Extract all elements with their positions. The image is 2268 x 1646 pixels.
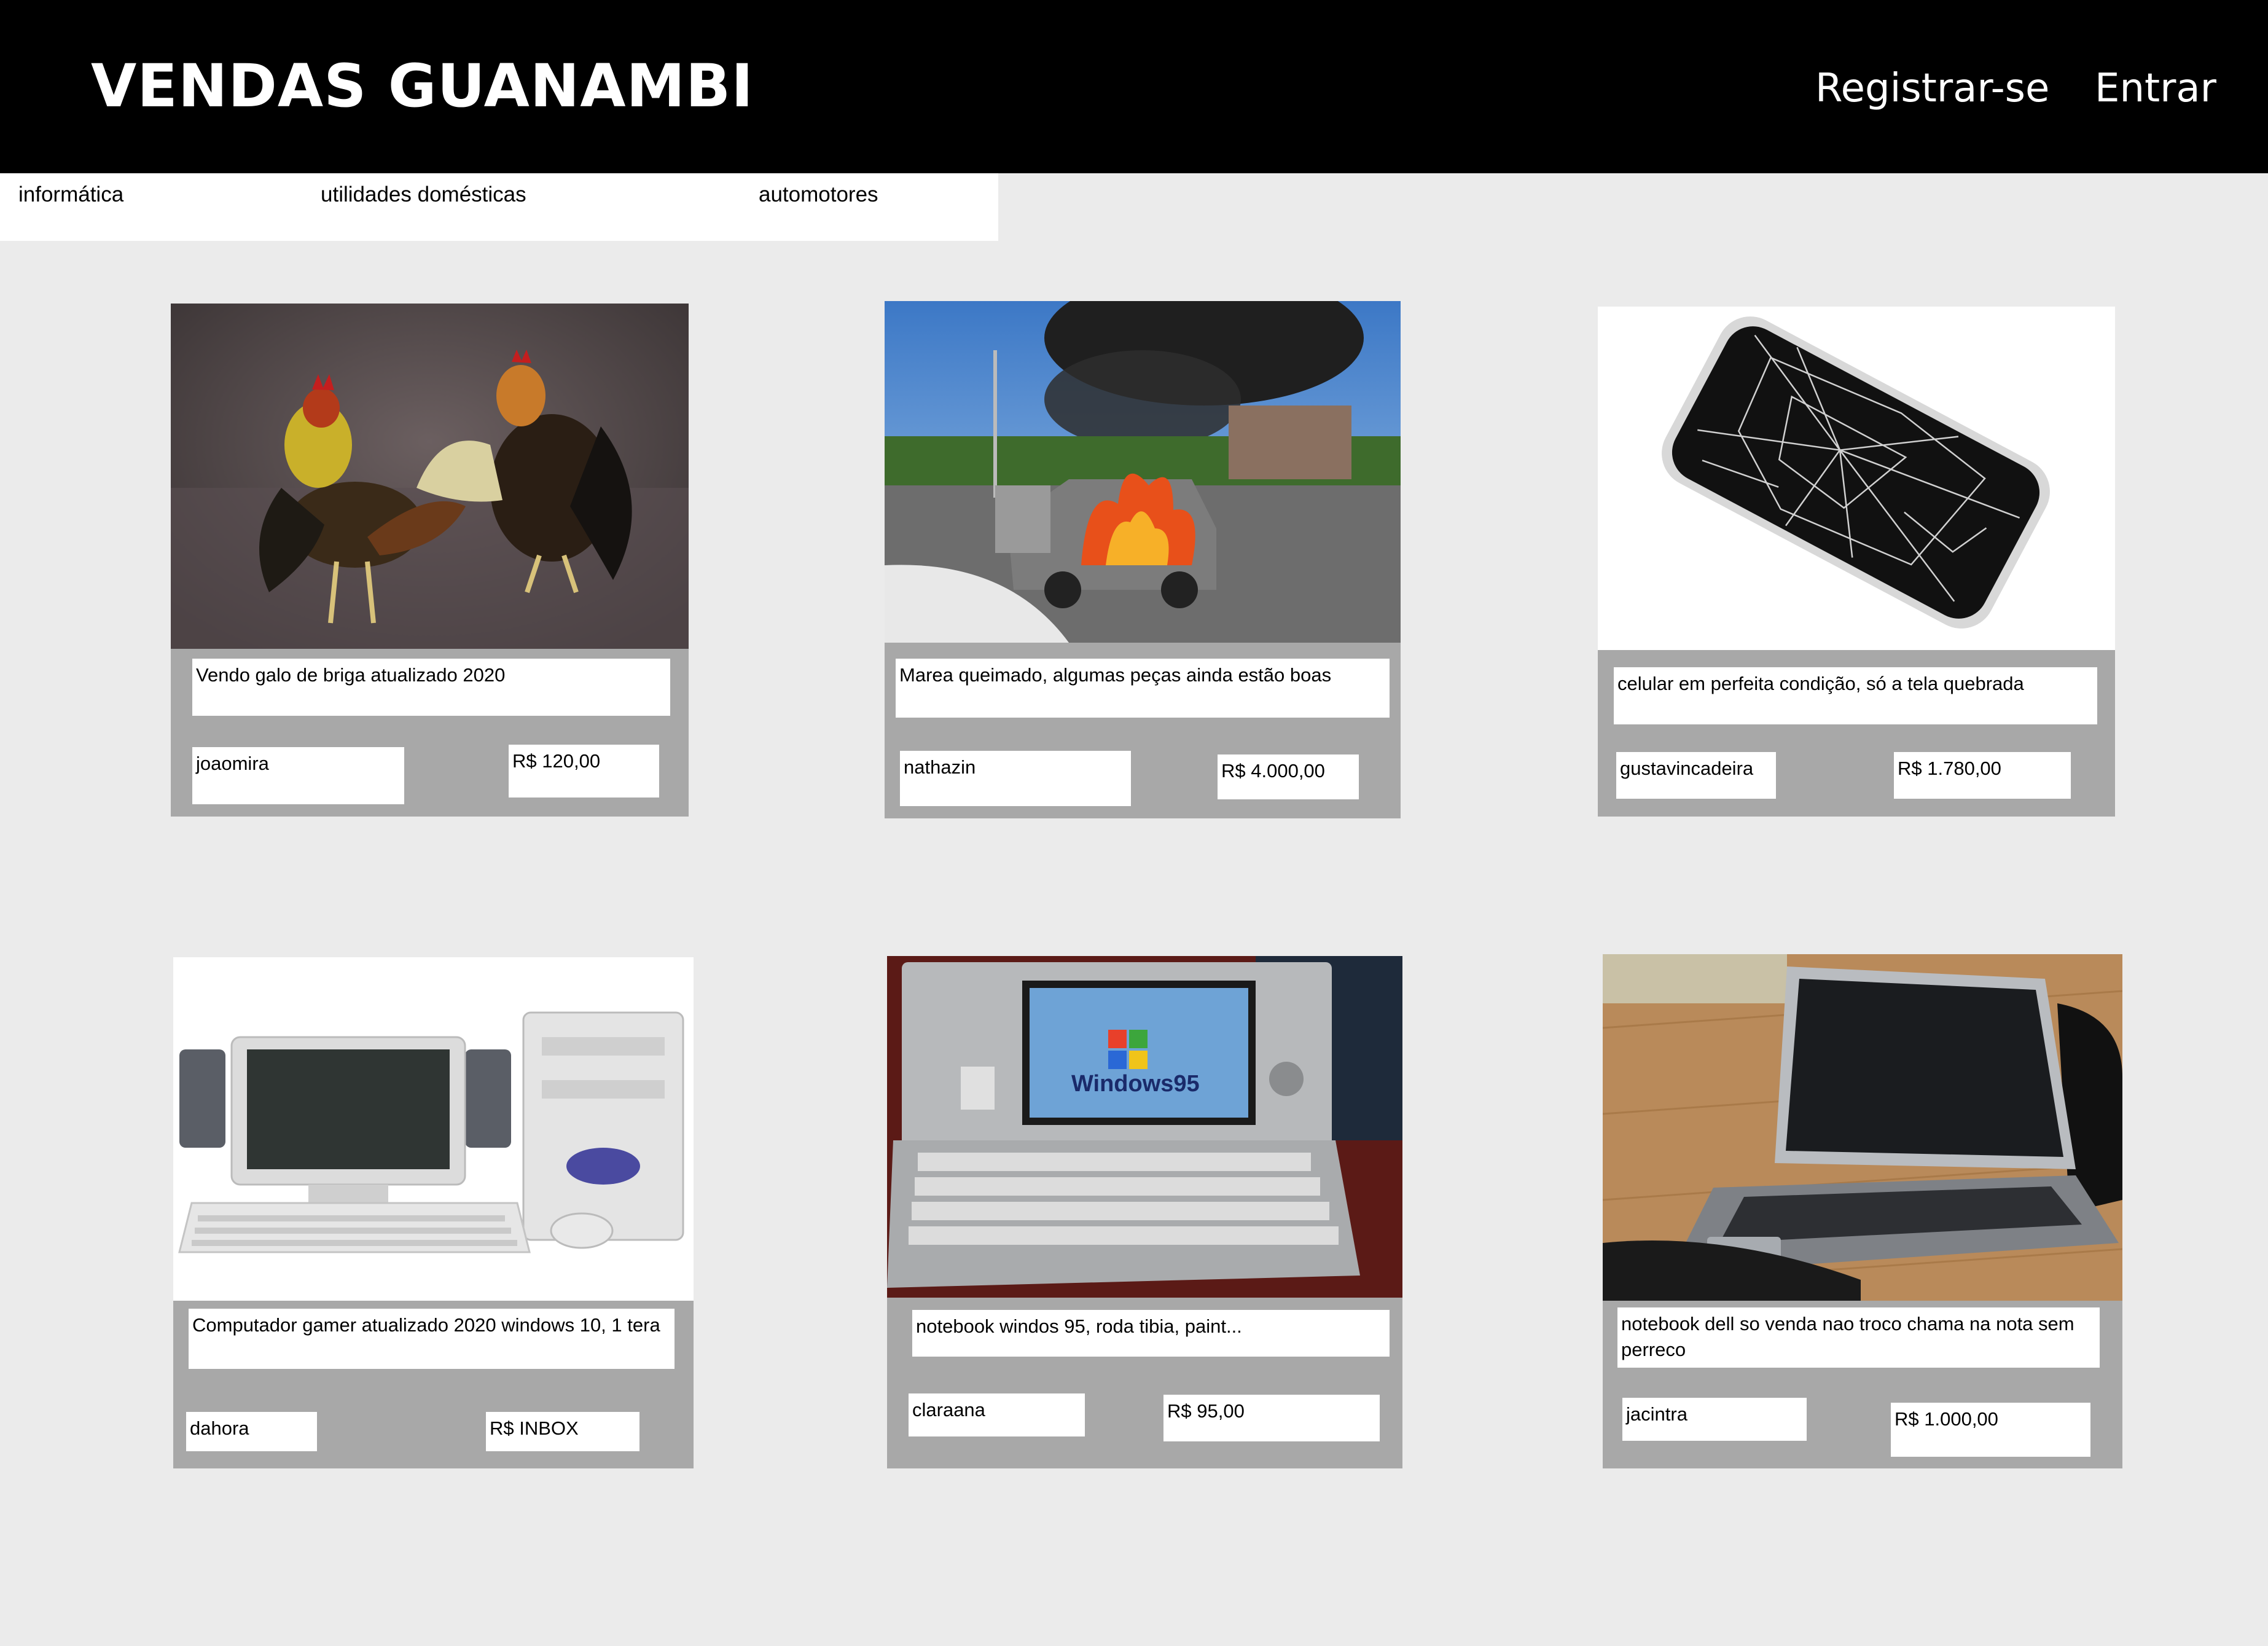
old-laptop-photo[interactable]: Windows95 [887, 956, 1402, 1298]
register-link[interactable]: Registrar-se [1815, 59, 2049, 118]
listing-price: R$ 1.780,00 [1894, 752, 2071, 799]
listing-description: notebook dell so venda nao troco chama n… [1617, 1307, 2100, 1368]
listing-description: celular em perfeita condição, só a tela … [1614, 667, 2097, 724]
listing-description: Computador gamer atualizado 2020 windows… [189, 1309, 675, 1369]
listing-price: R$ 120,00 [509, 745, 659, 798]
listing-seller[interactable]: gustavincadeira [1616, 752, 1776, 799]
listing-seller[interactable]: jacintra [1622, 1398, 1807, 1441]
login-link[interactable]: Entrar [2095, 59, 2216, 118]
listing-price: R$ 4.000,00 [1218, 754, 1359, 799]
listing-seller[interactable]: joaomira [192, 747, 404, 804]
laptop-photo[interactable] [1603, 954, 2122, 1301]
category-informatica[interactable]: informática [18, 179, 123, 210]
listing-price: R$ 95,00 [1163, 1395, 1380, 1441]
roosters-photo[interactable] [171, 304, 689, 649]
listing-seller[interactable]: claraana [909, 1393, 1085, 1436]
category-automotores[interactable]: automotores [759, 179, 878, 210]
listing-seller[interactable]: nathazin [900, 751, 1131, 806]
svg-text:Windows95: Windows95 [1071, 1071, 1200, 1097]
listing-price: R$ 1.000,00 [1891, 1403, 2090, 1457]
cracked-phone-photo[interactable] [1598, 307, 2115, 650]
listing-description: Vendo galo de briga atualizado 2020 [192, 659, 670, 716]
desktop-computer-photo[interactable] [173, 957, 694, 1301]
burning-car-photo[interactable] [885, 301, 1401, 643]
listing-description: notebook windos 95, roda tibia, paint... [912, 1310, 1390, 1357]
category-utilidades-domesticas[interactable]: utilidades domésticas [321, 179, 526, 210]
listing-seller[interactable]: dahora [186, 1412, 317, 1451]
site-logo[interactable]: VENDAS GUANAMBI [91, 44, 754, 128]
listing-price: R$ INBOX [486, 1412, 639, 1451]
listing-description: Marea queimado, algumas peças ainda estã… [896, 659, 1390, 718]
